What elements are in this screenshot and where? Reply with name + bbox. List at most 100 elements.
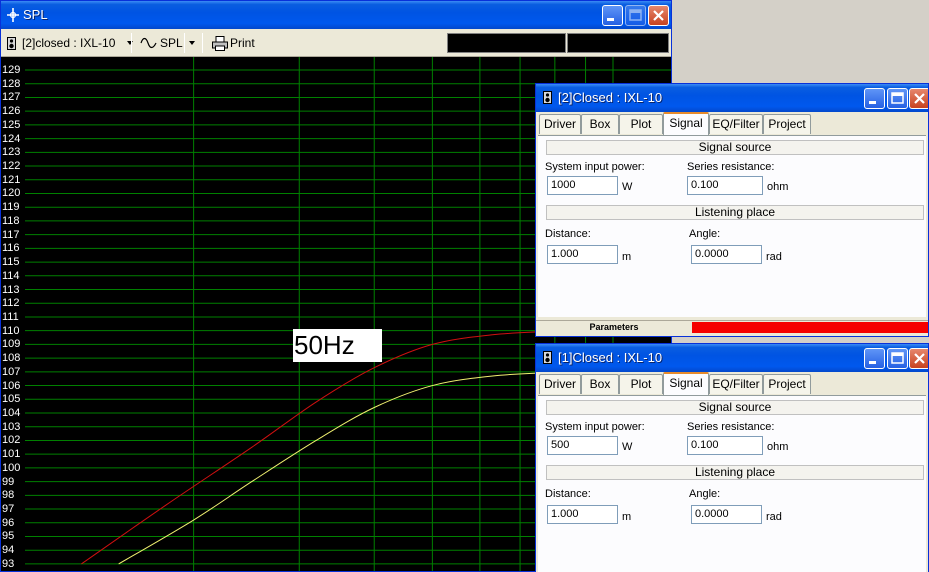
y-axis: 129 128 127 126 125 124 123 122 121 120 119 118 117 1… <box>1 57 25 571</box>
status-indicator <box>692 322 928 333</box>
y-tick-label: 107 <box>2 365 21 378</box>
toolbar-separator <box>202 33 203 53</box>
y-tick-label: 97 <box>2 503 15 516</box>
print-button[interactable]: Print <box>212 33 255 53</box>
tab-eq-filter[interactable]: EQ/Filter <box>709 374 763 394</box>
view-select-value: SPL <box>160 36 183 50</box>
view-select-dropdown[interactable] <box>189 33 195 53</box>
y-tick-label: 96 <box>2 516 15 529</box>
y-tick-label: 127 <box>2 91 21 104</box>
power-input[interactable]: 1000 <box>547 176 618 195</box>
tab-project[interactable]: Project <box>763 374 811 394</box>
window-title: SPL <box>23 7 48 22</box>
distance-input[interactable]: 1.000 <box>547 245 618 264</box>
tab-project[interactable]: Project <box>763 114 811 134</box>
minimize-button[interactable] <box>864 348 885 369</box>
chevron-down-icon <box>189 41 195 45</box>
angle-unit: rad <box>766 511 782 523</box>
close-icon <box>914 93 925 104</box>
readout-box-2 <box>567 33 669 53</box>
spl-titlebar[interactable]: SPL <box>1 1 671 29</box>
y-tick-label: 126 <box>2 105 21 118</box>
listening-place-heading: Listening place <box>546 465 924 480</box>
tab-signal[interactable]: Signal <box>663 112 709 135</box>
view-select[interactable]: SPL <box>140 33 183 53</box>
print-label: Print <box>230 36 255 50</box>
project-select-value: [2]closed : IXL-10 <box>22 36 116 50</box>
tab-driver[interactable]: Driver <box>539 374 581 394</box>
y-tick-label: 99 <box>2 475 15 488</box>
tab-box[interactable]: Box <box>581 114 619 134</box>
tab-box[interactable]: Box <box>581 374 619 394</box>
dialog-title: [2]Closed : IXL-10 <box>558 90 663 105</box>
tab-driver[interactable]: Driver <box>539 114 581 134</box>
resistance-label: Series resistance: <box>687 161 775 173</box>
power-input[interactable]: 500 <box>547 436 618 455</box>
y-tick-label: 98 <box>2 489 15 502</box>
maximize-icon <box>891 352 904 364</box>
dialog-title: [1]Closed : IXL-10 <box>558 350 663 365</box>
printer-icon <box>212 35 228 51</box>
resistance-input[interactable]: 0.100 <box>687 176 763 195</box>
close-button[interactable] <box>648 5 669 26</box>
y-tick-label: 109 <box>2 338 21 351</box>
close-button[interactable] <box>909 88 928 109</box>
y-tick-label: 93 <box>2 557 15 570</box>
resistance-input[interactable]: 0.100 <box>687 436 763 455</box>
frequency-marker: 50Hz <box>293 329 382 362</box>
y-tick-label: 129 <box>2 64 21 76</box>
y-tick-label: 121 <box>2 173 21 186</box>
dialog-titlebar[interactable]: [1]Closed : IXL-10 <box>536 344 928 372</box>
maximize-button[interactable] <box>625 5 646 26</box>
project-select[interactable]: [2]closed : IXL-10 <box>7 33 134 53</box>
resistance-unit: ohm <box>767 441 789 453</box>
y-tick-label: 111 <box>2 310 19 323</box>
maximize-button[interactable] <box>887 88 908 109</box>
close-button[interactable] <box>909 348 928 369</box>
tab-eq-filter[interactable]: EQ/Filter <box>709 114 763 134</box>
project-dialog-1: [1]Closed : IXL-10 Driver Box Plot Signa… <box>535 343 929 572</box>
power-unit: W <box>622 181 633 193</box>
speaker-box-icon <box>7 36 16 50</box>
status-label: Parameters <box>589 322 639 332</box>
minimize-button[interactable] <box>602 5 623 26</box>
y-tick-label: 128 <box>2 77 21 90</box>
y-tick-label: 106 <box>2 379 21 392</box>
distance-label: Distance: <box>545 488 591 500</box>
resistance-label: Series resistance: <box>687 421 775 433</box>
y-tick-label: 115 <box>2 256 20 269</box>
tab-plot[interactable]: Plot <box>619 114 663 134</box>
angle-unit: rad <box>766 251 782 263</box>
minimize-button[interactable] <box>864 88 885 109</box>
y-tick-label: 105 <box>2 393 21 406</box>
speaker-box-icon <box>543 91 552 104</box>
angle-input[interactable]: 0.0000 <box>691 505 762 524</box>
minimize-icon <box>869 101 876 104</box>
close-icon <box>914 353 925 364</box>
distance-input[interactable]: 1.000 <box>547 505 618 524</box>
y-tick-label: 101 <box>2 448 21 461</box>
tab-plot[interactable]: Plot <box>619 374 663 394</box>
y-tick-label: 120 <box>2 187 21 200</box>
project-dialog-2: [2]Closed : IXL-10 Driver Box Plot Signa… <box>535 83 929 337</box>
speaker-box-icon <box>543 351 552 364</box>
distance-label: Distance: <box>545 228 591 240</box>
minimize-icon <box>869 361 876 364</box>
power-unit: W <box>622 441 633 453</box>
angle-label: Angle: <box>689 228 721 240</box>
y-tick-label: 119 <box>2 201 20 214</box>
distance-unit: m <box>622 251 632 263</box>
y-tick-label: 108 <box>2 352 21 365</box>
crosshair-icon <box>7 8 19 22</box>
maximize-button[interactable] <box>887 348 908 369</box>
tab-signal[interactable]: Signal <box>663 372 709 395</box>
minimize-icon <box>607 18 614 21</box>
angle-input[interactable]: 0.0000 <box>691 245 762 264</box>
y-tick-label: 103 <box>2 420 21 433</box>
y-tick-label: 100 <box>2 461 21 474</box>
toolbar-separator <box>184 33 185 53</box>
angle-label: Angle: <box>689 488 721 500</box>
dialog-titlebar[interactable]: [2]Closed : IXL-10 <box>536 84 928 112</box>
distance-unit: m <box>622 511 632 523</box>
power-label: System input power: <box>545 161 645 173</box>
